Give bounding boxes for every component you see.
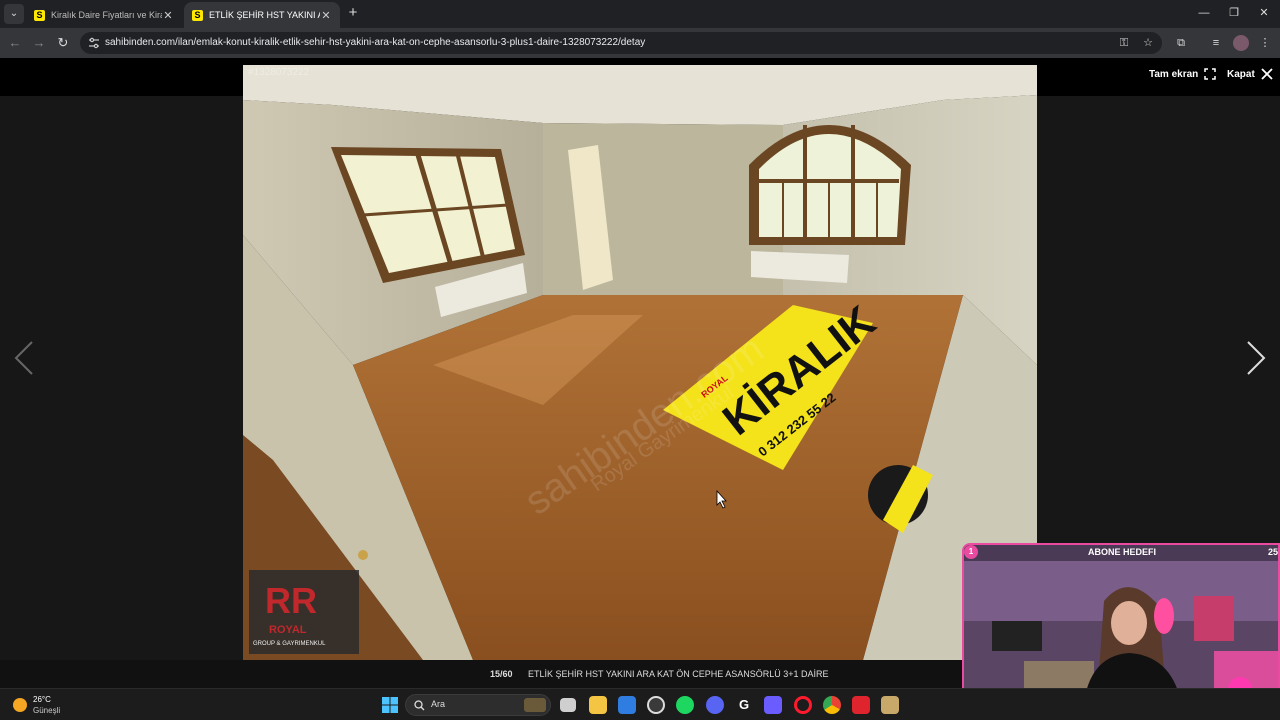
svg-text:GROUP & GAYRIMENKUL: GROUP & GAYRIMENKUL xyxy=(253,641,326,647)
close-viewer-button[interactable]: Kapat xyxy=(1227,68,1273,80)
photo-counter: 15/60 xyxy=(490,669,513,679)
weather-description[interactable]: Güneşli xyxy=(33,706,60,715)
listing-photo: KİRALIK 0 312 232 55 22 ROYAL sahibinden… xyxy=(243,65,1037,660)
site-info-icon[interactable] xyxy=(88,37,100,49)
close-label: Kapat xyxy=(1227,68,1255,80)
goal-label: ABONE HEDEFI xyxy=(1087,547,1156,557)
search-highlight-icon xyxy=(524,698,546,712)
taskbar-search-input[interactable]: Ara xyxy=(405,694,551,716)
profile-avatar-icon[interactable] xyxy=(1233,35,1249,51)
prev-photo-icon[interactable] xyxy=(10,338,40,378)
bookmark-star-icon[interactable]: ☆ xyxy=(1140,35,1156,51)
chrome-icon[interactable] xyxy=(823,696,841,714)
search-placeholder: Ara xyxy=(431,699,446,709)
windows-taskbar: 26°C Güneşli Ara G xyxy=(0,688,1280,720)
tab-strip: ⌄ S Kiralık Daire Fiyatları ve Kiralık E… xyxy=(0,0,1280,28)
forward-icon[interactable]: → xyxy=(30,34,48,52)
fullscreen-button[interactable]: Tam ekran xyxy=(1149,68,1217,80)
tab-kiralik-daire[interactable]: S Kiralık Daire Fiyatları ve Kiralık E ✕ xyxy=(26,2,182,28)
extensions-icon[interactable]: ⧉ xyxy=(1173,35,1189,51)
tab-title: Kiralık Daire Fiyatları ve Kiralık E xyxy=(51,10,162,20)
weather-sun-icon[interactable] xyxy=(13,698,27,712)
menu-icon[interactable]: ⋮ xyxy=(1257,35,1273,51)
subscriber-goal-bar: 1 ABONE HEDEFI 25 xyxy=(964,545,1278,561)
tab-listing-detail[interactable]: S ETLİK ŞEHİR HST YAKINI ARA KAT ÖN ✕ xyxy=(184,2,340,28)
url-text: sahibinden.com/ilan/emlak-konut-kiralik-… xyxy=(105,37,646,48)
royal-logo: RR ROYAL GROUP & GAYRIMENKUL xyxy=(249,570,359,654)
photo-id: #1328073222 xyxy=(248,67,310,78)
photo-caption: ETLİK ŞEHİR HST YAKINI ARA KAT ÖN CEPHE … xyxy=(528,669,829,679)
restore-icon[interactable]: ❐ xyxy=(1224,5,1244,21)
app-g-icon[interactable]: G xyxy=(735,696,753,714)
tab-search-icon[interactable]: ⌄ xyxy=(4,4,24,24)
sahibinden-favicon-icon: S xyxy=(34,9,45,21)
svg-text:ROYAL: ROYAL xyxy=(269,624,307,636)
red-app-icon[interactable] xyxy=(852,696,870,714)
svg-text:RR: RR xyxy=(265,580,317,621)
next-photo-icon[interactable] xyxy=(1240,338,1270,378)
spotify-icon[interactable] xyxy=(676,696,694,714)
app-icon-2[interactable] xyxy=(881,696,899,714)
file-explorer-icon[interactable] xyxy=(589,696,607,714)
app-icon[interactable] xyxy=(647,696,665,714)
browser-toolbar: ← → ↻ sahibinden.com/ilan/emlak-konut-ki… xyxy=(0,28,1280,58)
mail-icon[interactable] xyxy=(618,696,636,714)
task-view-icon[interactable] xyxy=(560,698,576,712)
minimize-icon[interactable]: — xyxy=(1194,5,1214,21)
close-icon xyxy=(1261,68,1273,80)
fullscreen-label: Tam ekran xyxy=(1149,68,1199,80)
search-icon xyxy=(414,700,425,711)
media-control-icon[interactable]: ≡ xyxy=(1208,35,1224,51)
close-window-icon[interactable]: ✕ xyxy=(1254,5,1274,21)
weather-temperature[interactable]: 26°C xyxy=(33,695,51,704)
opera-icon[interactable] xyxy=(794,696,812,714)
password-key-icon[interactable]: ⚿ xyxy=(1116,35,1132,51)
new-tab-icon[interactable]: + xyxy=(346,5,360,21)
close-tab-icon[interactable]: ✕ xyxy=(162,9,174,22)
tab-title: ETLİK ŞEHİR HST YAKINI ARA KAT ÖN xyxy=(209,10,320,20)
room-photo: KİRALIK 0 312 232 55 22 ROYAL sahibinden… xyxy=(243,65,1037,660)
back-icon[interactable]: ← xyxy=(6,34,24,52)
fullscreen-icon xyxy=(1204,68,1217,80)
grid-app-icon[interactable] xyxy=(764,696,782,714)
goal-target: 25 xyxy=(1267,547,1278,557)
close-tab-icon[interactable]: ✕ xyxy=(320,9,332,22)
windows-start-icon[interactable] xyxy=(381,696,399,714)
address-bar[interactable]: sahibinden.com/ilan/emlak-konut-kiralik-… xyxy=(80,32,1162,54)
discord-icon[interactable] xyxy=(706,696,724,714)
sahibinden-favicon-icon: S xyxy=(192,9,203,21)
reload-icon[interactable]: ↻ xyxy=(54,34,72,52)
